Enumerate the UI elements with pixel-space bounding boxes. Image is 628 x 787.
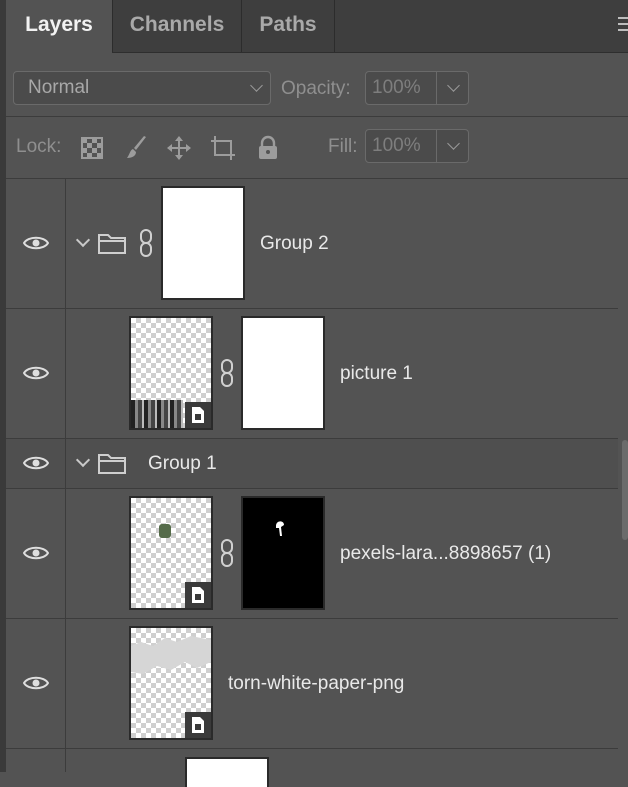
lock-row: Lock: Fill: 100% [6, 117, 628, 178]
fill-field[interactable]: 100% [365, 129, 469, 163]
field-divider [436, 72, 437, 104]
layer-thumbnail[interactable] [129, 496, 213, 610]
blend-mode-select[interactable]: Normal [13, 71, 271, 105]
visibility-column [6, 439, 66, 488]
chevron-down-icon[interactable] [447, 79, 460, 92]
layer-row[interactable] [6, 749, 618, 787]
tab-channels[interactable]: Channels [113, 0, 241, 52]
layer-row[interactable]: picture 1 [6, 309, 618, 439]
lock-transparent-pixels-icon[interactable] [79, 135, 105, 161]
visibility-column [6, 619, 66, 748]
fill-value: 100% [372, 135, 421, 156]
layer-mask-thumbnail[interactable] [241, 496, 325, 610]
image-preview [131, 400, 183, 428]
layer-name[interactable]: torn-white-paper-png [228, 673, 404, 695]
layer-name[interactable]: picture 1 [340, 363, 413, 385]
blend-row: Normal Opacity: 100% [6, 53, 628, 116]
smart-object-badge [185, 402, 211, 428]
layer-mask-thumbnail[interactable] [161, 186, 245, 300]
mask-shape [276, 521, 284, 536]
smart-object-badge [185, 712, 211, 738]
layer-thumbnail[interactable] [129, 316, 213, 430]
visibility-column [6, 749, 66, 772]
folder-icon [98, 454, 126, 474]
chevron-down-icon[interactable] [75, 452, 91, 468]
scrollbar[interactable] [622, 440, 628, 540]
opacity-label: Opacity: [281, 78, 351, 99]
smart-object-icon [192, 587, 204, 603]
layer-thumbnail[interactable] [129, 626, 213, 740]
layer-list: Group 2 picture 1 Group 1 pexels-lara...… [6, 179, 628, 787]
layer-row[interactable]: Group 1 [6, 439, 618, 489]
eye-icon[interactable] [23, 545, 49, 561]
folder-icon [98, 234, 126, 254]
panel-menu-icon[interactable] [618, 17, 628, 33]
eye-icon[interactable] [23, 675, 49, 691]
lock-all-icon[interactable] [255, 135, 281, 161]
image-preview [159, 524, 171, 538]
visibility-column [6, 489, 66, 618]
eye-icon[interactable] [23, 455, 49, 471]
tab-divider [334, 0, 335, 52]
visibility-column [6, 179, 66, 308]
opacity-field[interactable]: 100% [365, 71, 469, 105]
tab-layers[interactable]: Layers [6, 0, 112, 53]
chevron-down-icon[interactable] [447, 137, 460, 150]
chevron-down-icon[interactable] [75, 232, 91, 248]
layers-panel: Layers Channels Paths Normal Opacity: 10… [6, 0, 628, 787]
layer-thumbnail[interactable] [185, 757, 269, 787]
blend-mode-value: Normal [28, 77, 90, 98]
layer-name[interactable]: Group 1 [148, 453, 217, 475]
smart-object-icon [192, 407, 204, 423]
link-icon[interactable] [220, 359, 234, 387]
eye-icon[interactable] [23, 235, 49, 251]
link-icon[interactable] [220, 539, 234, 567]
lock-artboard-icon[interactable] [210, 135, 236, 161]
layer-mask-thumbnail[interactable] [241, 316, 325, 430]
field-divider [436, 130, 437, 162]
layer-name[interactable]: pexels-lara...8898657 (1) [340, 543, 551, 565]
link-icon[interactable] [139, 229, 153, 257]
opacity-value: 100% [372, 77, 421, 98]
lock-position-icon[interactable] [166, 135, 192, 161]
layer-row[interactable]: Group 2 [6, 179, 618, 309]
chevron-down-icon [250, 79, 263, 92]
smart-object-icon [192, 717, 204, 733]
tab-paths[interactable]: Paths [242, 0, 334, 52]
lock-image-pixels-icon[interactable] [124, 135, 150, 161]
smart-object-badge [185, 582, 211, 608]
visibility-column [6, 309, 66, 438]
lock-label: Lock: [16, 136, 62, 157]
image-preview [131, 636, 211, 674]
layer-row[interactable]: torn-white-paper-png [6, 619, 618, 749]
eye-icon[interactable] [23, 365, 49, 381]
layer-name[interactable]: Group 2 [260, 233, 329, 255]
layer-row[interactable]: pexels-lara...8898657 (1) [6, 489, 618, 619]
fill-label: Fill: [328, 136, 358, 157]
panel-tabs: Layers Channels Paths [6, 0, 628, 53]
